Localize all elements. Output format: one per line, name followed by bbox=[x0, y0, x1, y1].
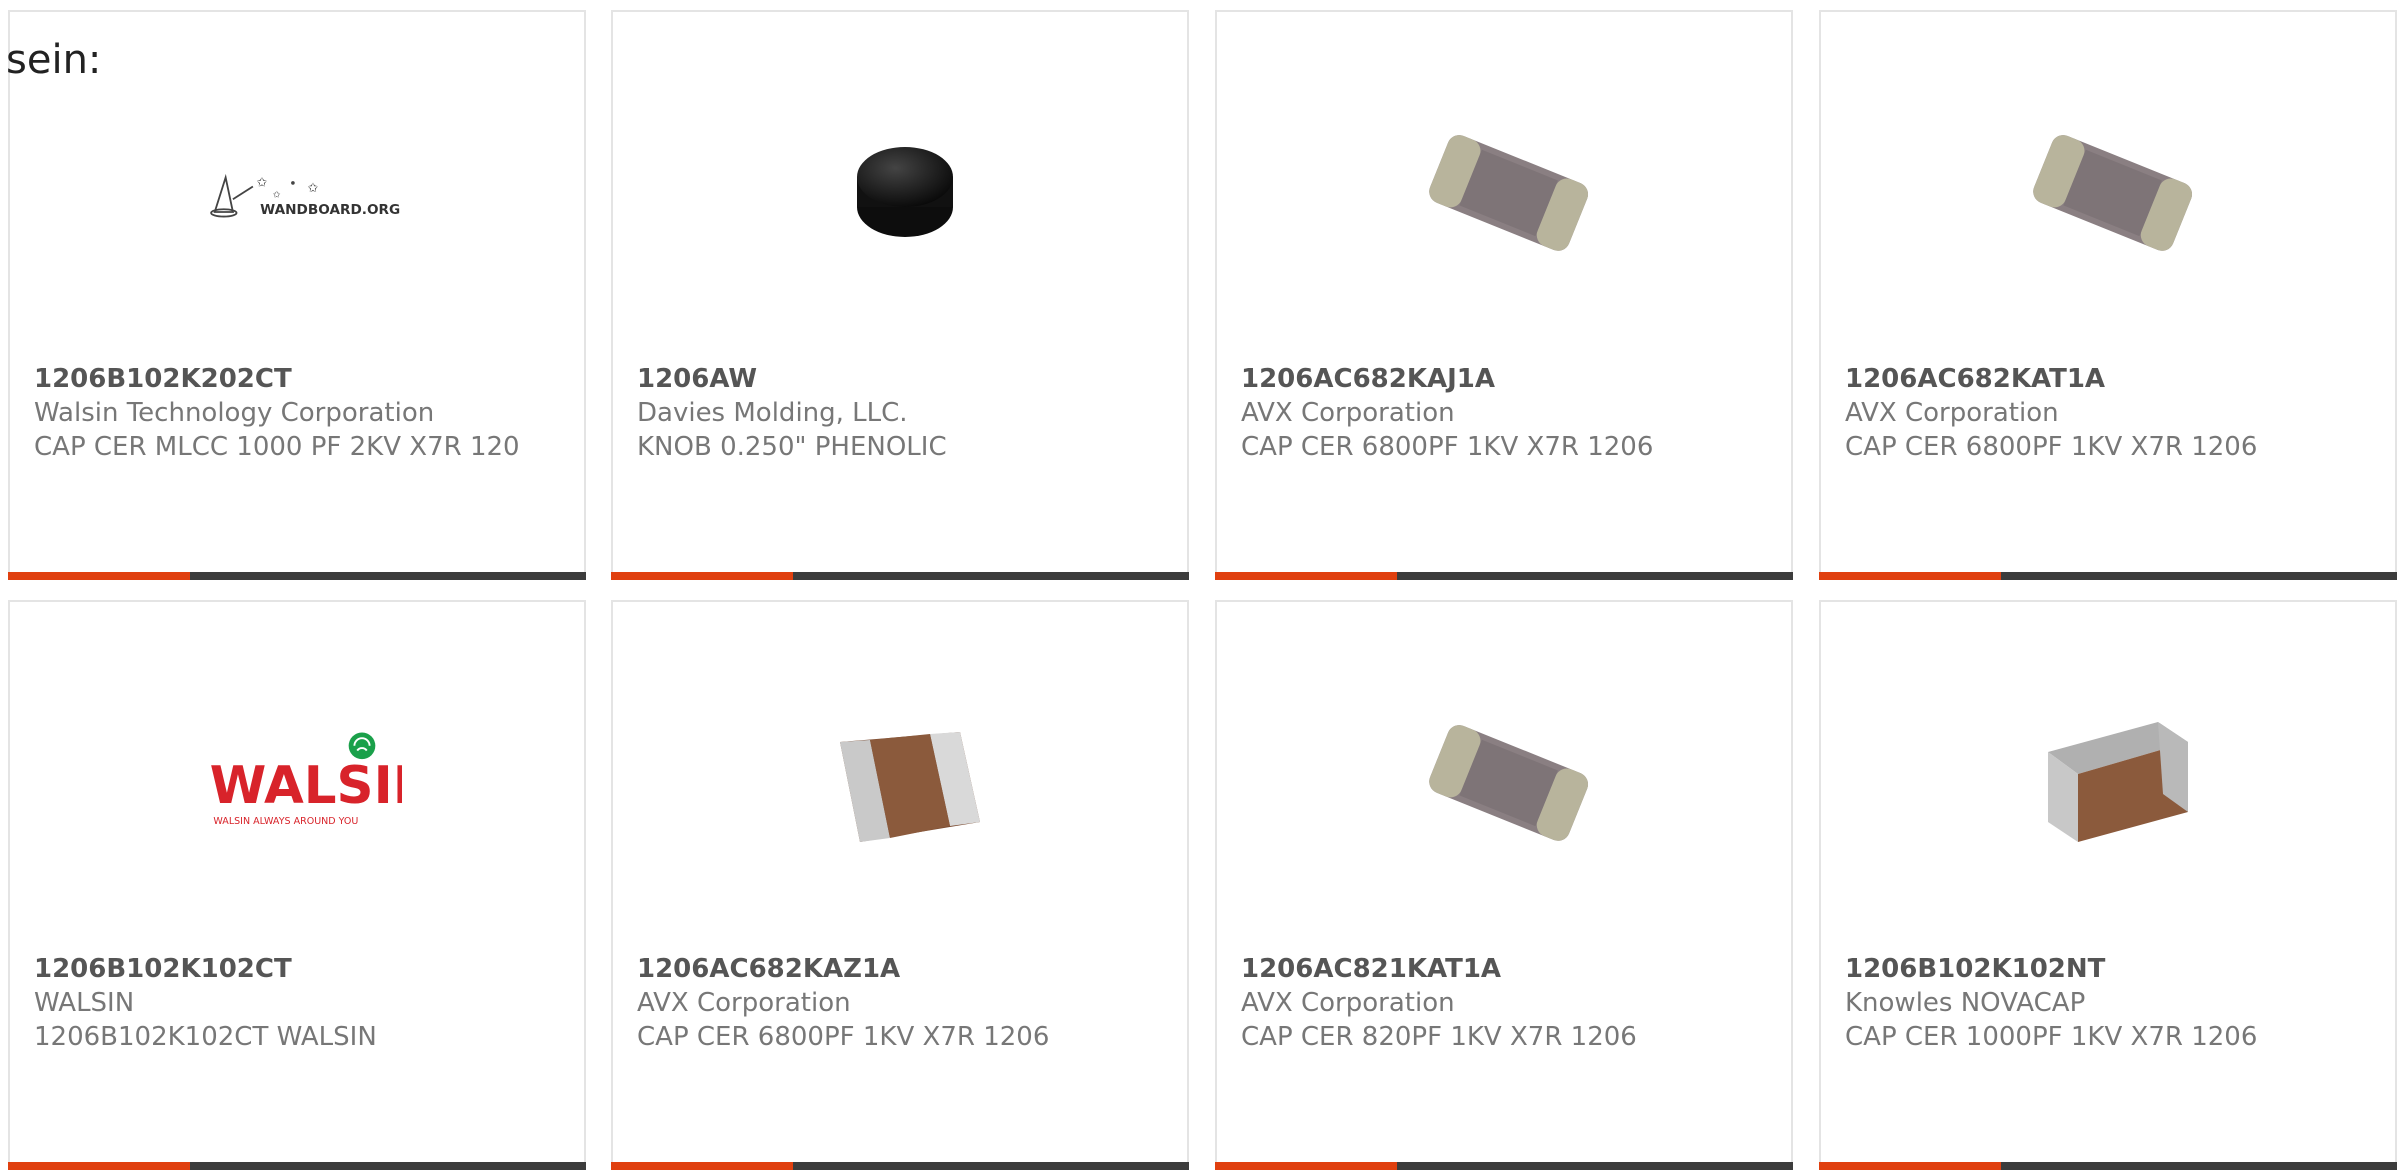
card-bar-accent bbox=[611, 572, 793, 580]
intro-text: sein: bbox=[6, 37, 102, 83]
card-bar-accent bbox=[1215, 572, 1397, 580]
manufacturer: Walsin Technology Corporation bbox=[34, 398, 435, 428]
product-grid: ✩ ✩ ✩ WANDBOARD.ORG 1206B102K202CT Walsi… bbox=[0, 0, 2400, 1170]
part-number[interactable]: 1206B102K102CT bbox=[34, 952, 544, 986]
card-bar-accent bbox=[8, 1162, 190, 1170]
manufacturer: Davies Molding, LLC. bbox=[637, 398, 908, 428]
svg-text:✩: ✩ bbox=[257, 175, 268, 190]
svg-text:WANDBOARD.ORG: WANDBOARD.ORG bbox=[260, 202, 400, 218]
part-number[interactable]: 1206AW bbox=[637, 362, 1147, 396]
description: KNOB 0.250" PHENOLIC bbox=[637, 432, 947, 462]
svg-text:✩: ✩ bbox=[307, 180, 318, 195]
description: CAP CER 6800PF 1KV X7R 1206 bbox=[1845, 432, 2258, 462]
smd-capacitor-brown-image bbox=[805, 682, 1005, 882]
card-bar-accent bbox=[1819, 1162, 2001, 1170]
card-bar-accent bbox=[611, 1162, 793, 1170]
svg-text:WALSIN ALWAYS AROUND YOU: WALSIN ALWAYS AROUND YOU bbox=[213, 816, 358, 827]
product-card[interactable]: 1206AC682KAJ1A AVX Corporation CAP CER 6… bbox=[1215, 10, 1793, 580]
manufacturer: Knowles NOVACAP bbox=[1845, 988, 2086, 1018]
part-number[interactable]: 1206B102K102NT bbox=[1845, 952, 2355, 986]
card-bar-accent bbox=[1215, 1162, 1397, 1170]
manufacturer: AVX Corporation bbox=[1241, 988, 1455, 1018]
card-bar bbox=[611, 572, 1189, 580]
card-bar bbox=[1215, 1162, 1793, 1170]
card-bar bbox=[1819, 1162, 2397, 1170]
card-bar bbox=[611, 1162, 1189, 1170]
part-number[interactable]: 1206B102K202CT bbox=[34, 362, 544, 396]
card-bar-accent bbox=[8, 572, 190, 580]
description: CAP CER 6800PF 1KV X7R 1206 bbox=[637, 1022, 1050, 1052]
manufacturer: AVX Corporation bbox=[1845, 398, 2059, 428]
part-number[interactable]: 1206AC821KAT1A bbox=[1241, 952, 1751, 986]
smd-capacitor-image bbox=[1409, 682, 1609, 882]
wandboard-logo-image: ✩ ✩ ✩ WANDBOARD.ORG bbox=[202, 92, 402, 292]
manufacturer: WALSIN bbox=[34, 988, 135, 1018]
smd-capacitor-image bbox=[2013, 92, 2213, 292]
black-knob-image bbox=[805, 92, 1005, 292]
part-number[interactable]: 1206AC682KAZ1A bbox=[637, 952, 1147, 986]
description: CAP CER 820PF 1KV X7R 1206 bbox=[1241, 1022, 1637, 1052]
svg-text:WALSIN: WALSIN bbox=[210, 756, 402, 816]
walsin-logo-image: WALSIN WALSIN ALWAYS AROUND YOU bbox=[202, 682, 402, 882]
card-bar bbox=[1819, 572, 2397, 580]
manufacturer: AVX Corporation bbox=[637, 988, 851, 1018]
product-card[interactable]: WALSIN WALSIN ALWAYS AROUND YOU 1206B102… bbox=[8, 600, 586, 1170]
smd-capacitor-image bbox=[1409, 92, 1609, 292]
card-bar bbox=[8, 1162, 586, 1170]
description: CAP CER 1000PF 1KV X7R 1206 bbox=[1845, 1022, 2258, 1052]
product-card[interactable]: 1206AW Davies Molding, LLC. KNOB 0.250" … bbox=[611, 10, 1189, 580]
svg-text:✩: ✩ bbox=[273, 190, 281, 200]
part-number[interactable]: 1206AC682KAJ1A bbox=[1241, 362, 1751, 396]
product-card[interactable]: 1206AC821KAT1A AVX Corporation CAP CER 8… bbox=[1215, 600, 1793, 1170]
card-bar-accent bbox=[1819, 572, 2001, 580]
description: 1206B102K102CT WALSIN bbox=[34, 1022, 377, 1052]
product-card[interactable]: ✩ ✩ ✩ WANDBOARD.ORG 1206B102K202CT Walsi… bbox=[8, 10, 586, 580]
manufacturer: AVX Corporation bbox=[1241, 398, 1455, 428]
product-card[interactable]: 1206B102K102NT Knowles NOVACAP CAP CER 1… bbox=[1819, 600, 2397, 1170]
card-bar bbox=[1215, 572, 1793, 580]
smd-capacitor-brown-image bbox=[2013, 682, 2213, 882]
product-card[interactable]: 1206AC682KAZ1A AVX Corporation CAP CER 6… bbox=[611, 600, 1189, 1170]
product-card[interactable]: 1206AC682KAT1A AVX Corporation CAP CER 6… bbox=[1819, 10, 2397, 580]
part-number[interactable]: 1206AC682KAT1A bbox=[1845, 362, 2355, 396]
description: CAP CER 6800PF 1KV X7R 1206 bbox=[1241, 432, 1654, 462]
description: CAP CER MLCC 1000 PF 2KV X7R 120 bbox=[34, 432, 520, 462]
card-bar bbox=[8, 572, 586, 580]
